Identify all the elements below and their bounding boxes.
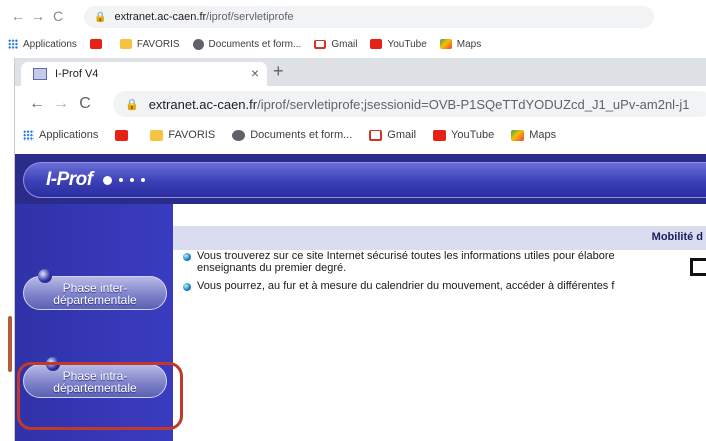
youtube-icon [115,129,129,141]
lock-icon: 🔒 [94,11,107,23]
url-path: /iprof/servletiprofe [206,11,294,23]
bookmark-maps[interactable]: Maps [511,129,556,141]
reload-icon[interactable]: C [73,95,97,113]
phase-inter-departementale-button[interactable]: Phase inter- départementale [23,269,167,310]
reload-icon[interactable]: C [48,8,68,24]
youtube-icon [433,129,447,141]
foreground-nav-bar: ← → C 🔒 extranet.ac-caen.fr/iprof/servle… [15,86,706,122]
red-highlight-annotation [17,362,183,430]
bookmark-gmail[interactable]: Gmail [314,39,357,50]
bookmark-label: Documents et form... [250,129,353,141]
background-browser-window: ← → C 🔒 extranet.ac-caen.fr/iprof/servle… [0,0,706,62]
url-host: extranet.ac-caen.fr [148,96,258,112]
paragraph-line: Vous pourrez, au fur et à mesure du cale… [197,280,615,292]
tab-strip: I-Prof V4 × + [15,58,706,86]
new-tab-button[interactable]: + [273,61,284,82]
globe-icon [232,129,246,141]
app-header-bar: I-Prof [23,162,706,198]
gmail-icon [314,39,327,49]
address-bar[interactable]: 🔒 extranet.ac-caen.fr/iprof/servletiprof… [113,91,706,117]
bookmark-label: Applications [39,129,99,141]
bookmark-label: YouTube [451,129,495,141]
url-path: /iprof/servletiprofe;jsessionid=OVB-P1SQ… [257,96,690,112]
button-label-line2: départementale [53,293,137,307]
tab-title: I-Prof V4 [55,68,99,80]
background-bookmarks-bar: Applications FAVORIS Documents et form..… [8,34,494,54]
main-content: Mobilité d Vous trouverez sur ce site In… [173,204,706,441]
screenshot-root: ← → C 🔒 extranet.ac-caen.fr/iprof/servle… [0,0,706,441]
bullet-icon [183,283,191,291]
background-address-bar[interactable]: 🔒 extranet.ac-caen.fr/iprof/servletiprof… [84,6,654,28]
section-title-band: Mobilité d [173,226,706,250]
bookmark-label: Applications [23,38,77,50]
bookmark-youtube-short[interactable] [89,39,107,49]
content-top-strip [173,204,706,226]
forward-arrow-icon[interactable]: → [49,95,73,113]
button-knob-icon [38,269,52,283]
bookmark-youtube[interactable]: YouTube [433,129,494,141]
iprof-logo: I-Prof [46,169,93,190]
app-header: I-Prof [15,154,706,204]
paragraph-line: enseignants du premier degré. [197,262,347,274]
bookmark-documents[interactable]: Documents et form... [232,129,352,141]
info-paragraph-2: Vous pourrez, au fur et à mesure du cale… [197,280,614,292]
bookmark-applications[interactable]: Applications [8,39,77,50]
info-paragraph-1: Vous trouverez sur ce site Internet sécu… [197,250,615,274]
gmail-icon [369,129,383,141]
folder-icon [119,39,132,49]
folder-icon [150,129,164,141]
youtube-icon [89,39,102,49]
black-bracket-annotation [690,258,706,276]
page-favicon-icon [33,68,47,80]
bookmark-label: Maps [456,38,482,50]
bookmark-youtube[interactable]: YouTube [370,38,427,50]
bookmark-label: Maps [529,129,557,141]
back-arrow-icon[interactable]: ← [8,8,28,24]
bookmarks-bar: Applications FAVORIS Documents et form..… [23,124,573,146]
apps-grid-icon [8,39,18,49]
close-icon[interactable]: × [251,65,259,81]
bookmark-favoris[interactable]: FAVORIS [150,129,215,141]
section-title: Mobilité d [651,231,703,243]
bookmark-label: Gmail [387,129,417,141]
bookmark-applications[interactable]: Applications [23,129,98,141]
bookmark-favoris[interactable]: FAVORIS [119,38,180,50]
maps-icon [439,39,452,49]
maps-icon [511,129,525,141]
tab-iprof[interactable]: I-Prof V4 × [21,62,267,86]
back-arrow-icon[interactable]: ← [25,95,49,113]
lock-icon: 🔒 [125,98,139,111]
apps-grid-icon [23,129,34,141]
forward-arrow-icon[interactable]: → [28,8,48,24]
bookmark-label: YouTube [387,38,427,50]
paragraph-line: Vous trouverez sur ce site Internet sécu… [197,250,615,262]
bookmark-documents[interactable]: Documents et form... [192,38,302,50]
bullet-icon [183,253,191,261]
globe-icon [192,38,204,50]
bookmark-maps[interactable]: Maps [439,38,482,50]
bookmark-label: Documents et form... [208,38,302,50]
bookmark-label: FAVORIS [168,129,216,141]
bookmark-label: FAVORIS [136,38,180,50]
bookmark-label: Gmail [331,38,358,50]
youtube-icon [370,39,383,49]
logo-dots-icon [102,175,152,185]
url-host: extranet.ac-caen.fr [114,11,207,23]
bookmark-gmail[interactable]: Gmail [369,129,416,141]
bookmark-youtube-short[interactable] [115,129,133,141]
left-edge-annotation [8,316,12,372]
